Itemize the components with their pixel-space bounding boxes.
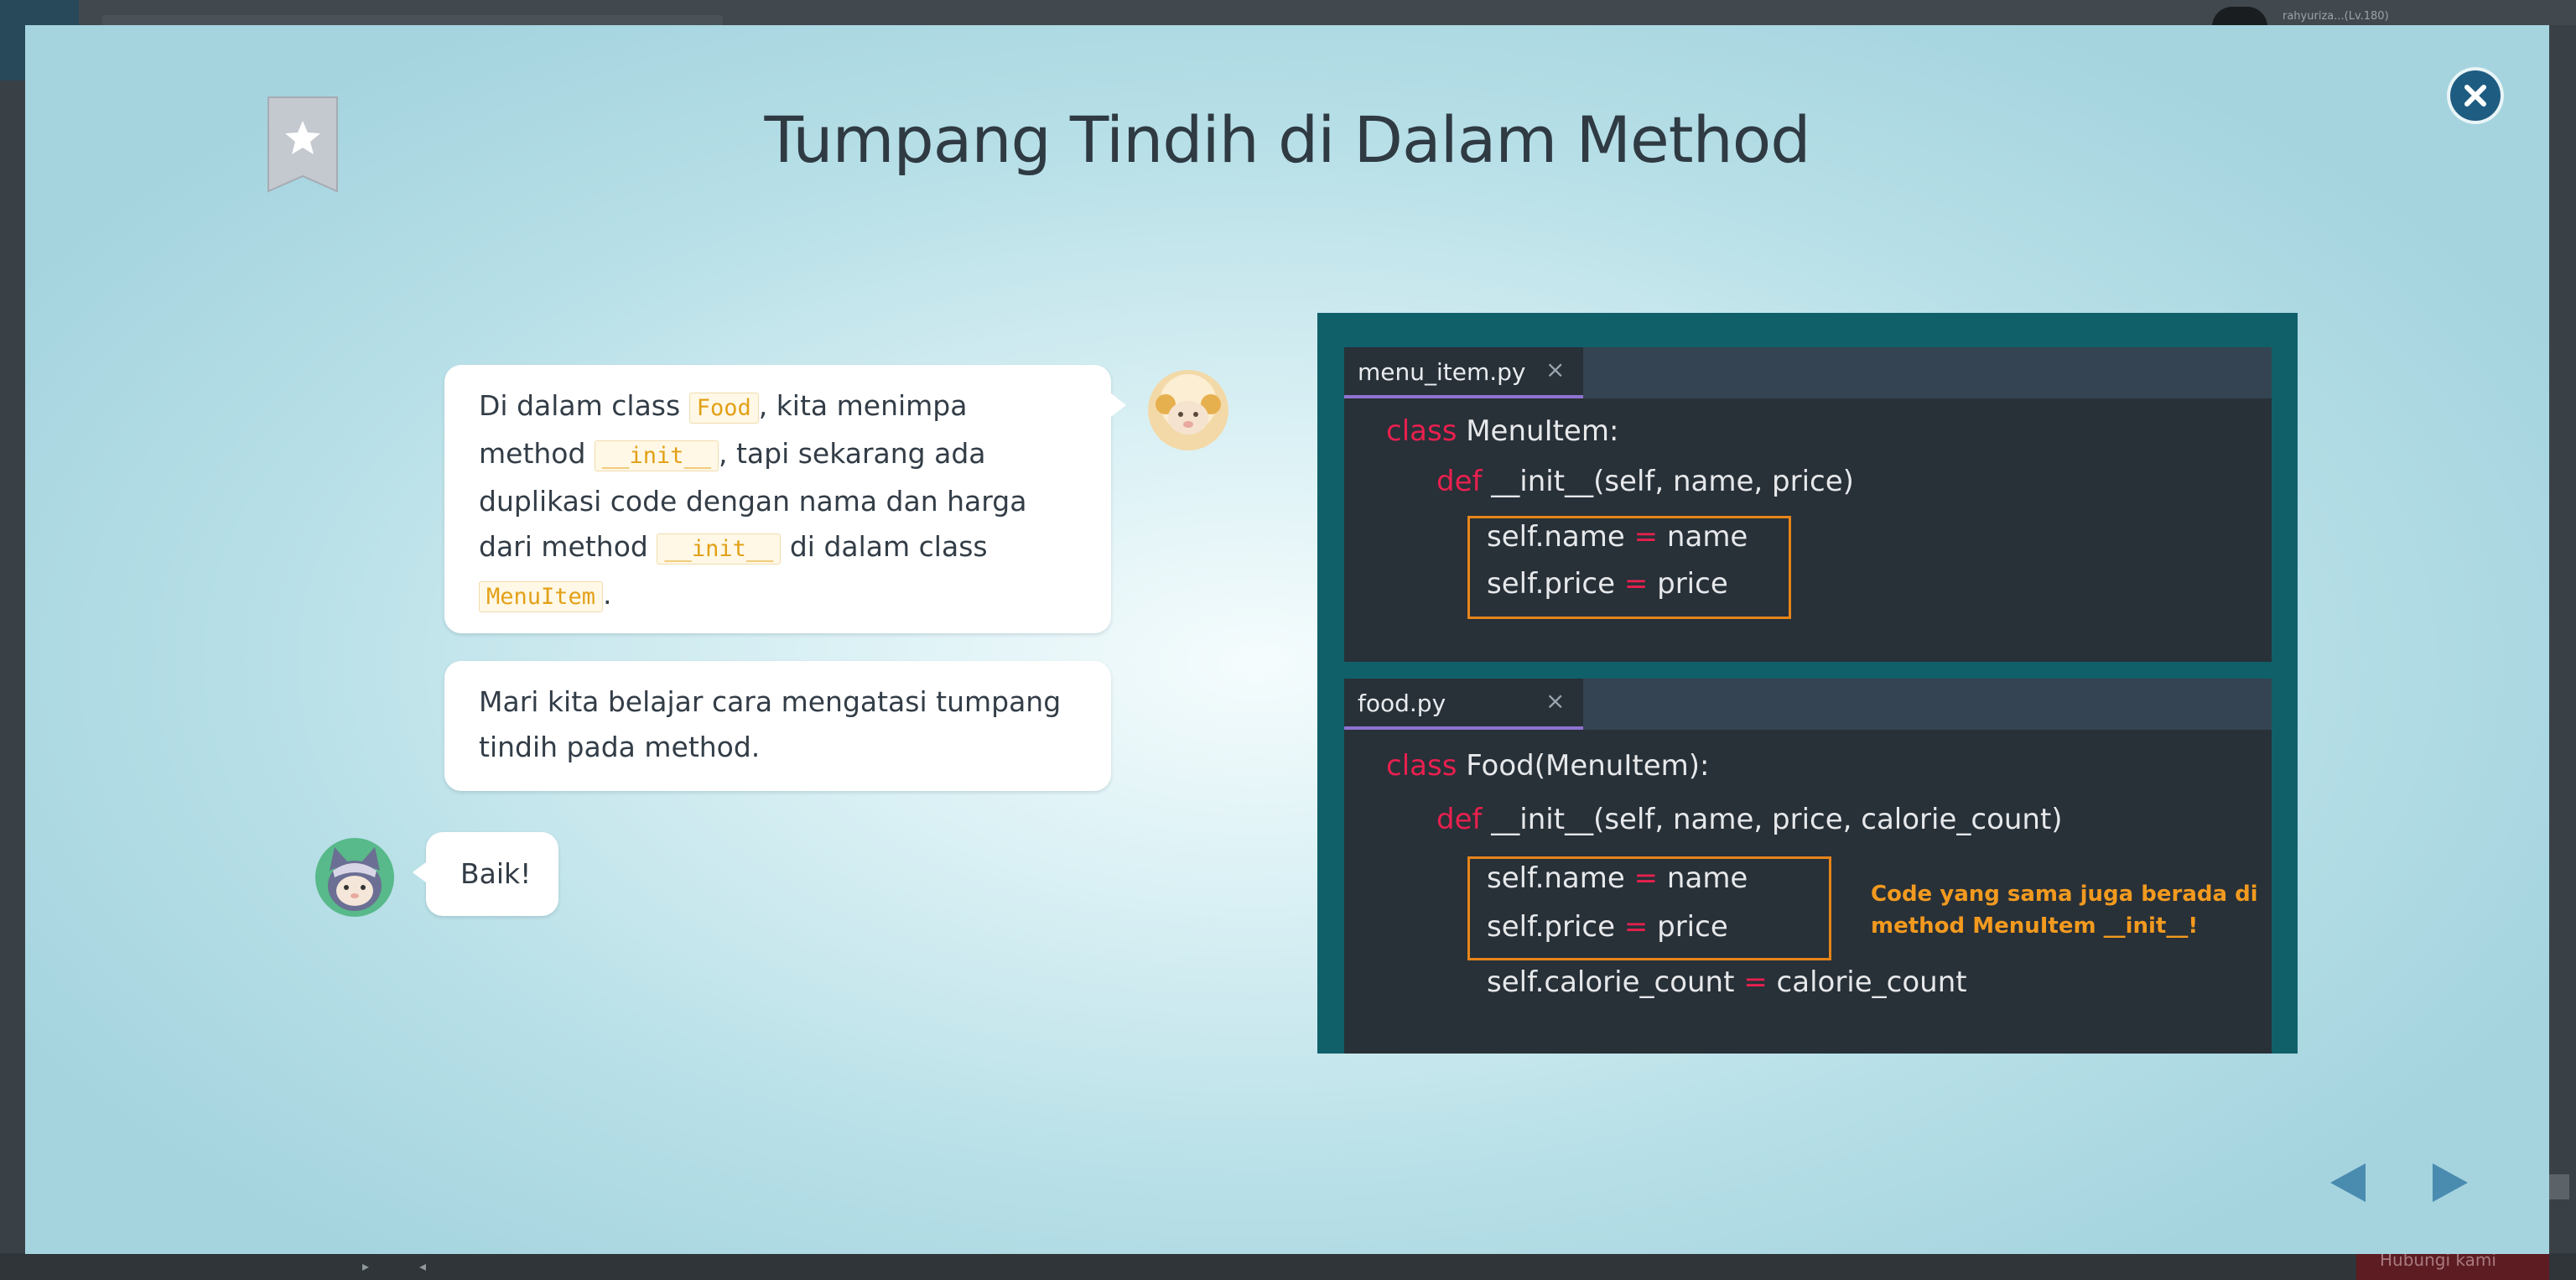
code-line: self.name = name bbox=[1487, 520, 1748, 554]
cat-avatar bbox=[315, 838, 394, 917]
inline-code: Food bbox=[688, 393, 759, 424]
previous-slide-button[interactable] bbox=[2329, 1162, 2367, 1204]
code-line: def __init__(self, name, price, calorie_… bbox=[1436, 803, 2063, 836]
code-text: price bbox=[1648, 910, 1728, 944]
close-tab-icon: × bbox=[1545, 687, 1566, 715]
chevron-left-icon: ◂ bbox=[419, 1258, 427, 1274]
code-operator: = bbox=[1633, 520, 1659, 554]
user-avatar bbox=[2212, 7, 2267, 27]
code-text: __init__(self, name, price) bbox=[1482, 465, 1854, 498]
message-bubble: Mari kita belajar cara mengatasi tumpang… bbox=[444, 661, 1111, 791]
code-operator: = bbox=[1633, 861, 1659, 895]
close-tab-icon: × bbox=[1545, 356, 1566, 383]
code-text: price bbox=[1648, 567, 1728, 601]
code-text: self.price bbox=[1487, 910, 1624, 944]
sheep-avatar bbox=[1148, 370, 1228, 450]
slide-modal: Tumpang Tindih di Dalam Method Di dalam … bbox=[25, 25, 2549, 1254]
inline-code: __init__ bbox=[594, 440, 719, 471]
code-line: self.calorie_count = calorie_count bbox=[1487, 965, 1967, 999]
editor-tab: food.py × bbox=[1344, 679, 1583, 730]
code-line: self.price = price bbox=[1487, 567, 1728, 601]
file-name: food.py bbox=[1358, 689, 1446, 717]
code-text: self.name bbox=[1487, 520, 1634, 554]
code-text: Food(MenuItem): bbox=[1457, 749, 1710, 783]
code-keyword: def bbox=[1436, 803, 1483, 836]
code-text: self.price bbox=[1487, 567, 1624, 601]
code-operator: = bbox=[1623, 910, 1649, 944]
message-text: di dalam class bbox=[781, 530, 988, 563]
message-text: . bbox=[603, 578, 612, 611]
code-operator: = bbox=[1623, 567, 1649, 601]
scrollbar-thumb bbox=[2549, 1174, 2569, 1199]
code-editor: food.py × class Food(MenuItem): def __in… bbox=[1344, 679, 2272, 1054]
code-text: MenuItem: bbox=[1457, 414, 1619, 448]
file-name: menu_item.py bbox=[1358, 358, 1526, 386]
chevron-right-icon: ▸ bbox=[362, 1258, 370, 1274]
code-operator: = bbox=[1743, 965, 1768, 999]
close-button[interactable] bbox=[2450, 70, 2501, 121]
close-icon bbox=[2464, 85, 2486, 107]
code-line: self.name = name bbox=[1487, 861, 1748, 895]
message-bubble: Di dalam class Food, kita menimpa method… bbox=[444, 365, 1126, 633]
code-text: self.name bbox=[1487, 861, 1634, 895]
code-annotation: Code yang sama juga berada di method Men… bbox=[1871, 882, 2258, 939]
inline-code: MenuItem bbox=[479, 581, 604, 612]
code-editor: menu_item.py × class MenuItem: def __ini… bbox=[1344, 347, 2272, 662]
code-line: class Food(MenuItem): bbox=[1386, 749, 1709, 783]
reply-bubble: Baik! bbox=[413, 832, 558, 916]
message-text: Di dalam class bbox=[479, 389, 689, 422]
code-line: self.price = price bbox=[1487, 910, 1728, 944]
code-text: name bbox=[1658, 861, 1748, 895]
code-text: name bbox=[1658, 520, 1748, 554]
inline-code: __init__ bbox=[657, 533, 782, 565]
next-slide-button[interactable] bbox=[2431, 1162, 2470, 1204]
app-bottom-bar bbox=[0, 1253, 2576, 1280]
editor-tab: menu_item.py × bbox=[1344, 347, 1583, 398]
slide-title: Tumpang Tindih di Dalam Method bbox=[764, 102, 1810, 177]
code-text: calorie_count bbox=[1767, 965, 1967, 999]
editor-tabstrip: menu_item.py × bbox=[1344, 347, 2272, 398]
editor-tabstrip: food.py × bbox=[1344, 679, 2272, 730]
code-text: __init__(self, name, price, calorie_coun… bbox=[1482, 803, 2063, 836]
code-keyword: class bbox=[1386, 414, 1457, 448]
code-keyword: def bbox=[1436, 465, 1483, 498]
code-line: class MenuItem: bbox=[1386, 414, 1618, 448]
code-text: self.calorie_count bbox=[1487, 965, 1744, 999]
code-line: def __init__(self, name, price) bbox=[1436, 465, 1854, 498]
user-name: rahyuriza...(Lv.180) bbox=[2283, 10, 2389, 23]
code-keyword: class bbox=[1386, 749, 1457, 783]
code-image: menu_item.py × class MenuItem: def __ini… bbox=[1317, 313, 2298, 1054]
